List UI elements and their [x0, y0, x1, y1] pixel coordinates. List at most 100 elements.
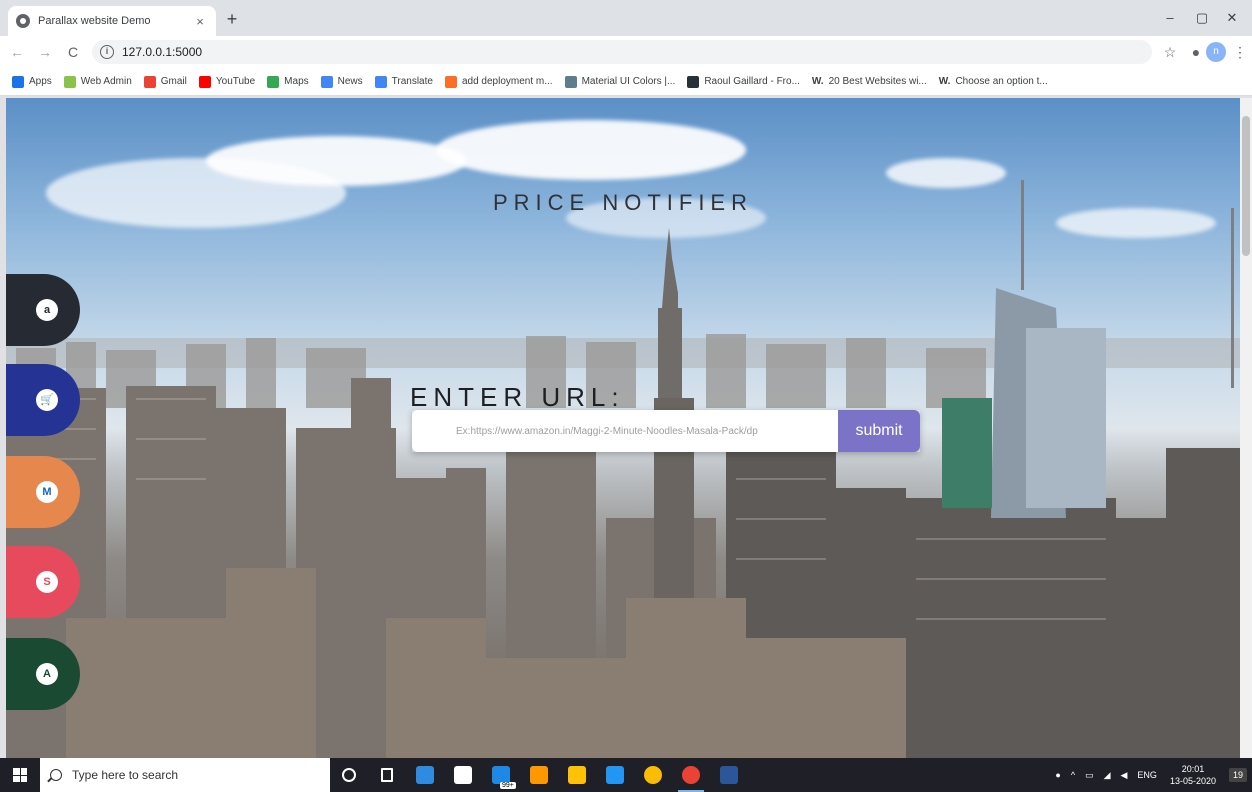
windows-logo-icon — [13, 768, 27, 782]
language-indicator[interactable]: ENG — [1137, 770, 1157, 780]
bookmark-star-icon[interactable]: ☆ — [1160, 42, 1180, 62]
side-tab-5[interactable]: A — [6, 638, 80, 710]
chrome-icon — [644, 766, 662, 784]
side-tab-4[interactable]: S — [6, 546, 80, 618]
parallax-page: PRICE NOTIFIER ENTER URL: submit a 🛒 M S A — [6, 98, 1240, 758]
bookmark-label: YouTube — [215, 76, 256, 87]
windows-taskbar: Type here to search 99+ ● ^ ▭ ◢ ◀ ENG 20… — [0, 758, 1252, 792]
bookmark-item[interactable]: Material UI Colors |... — [564, 75, 676, 88]
cortana-icon — [342, 768, 356, 782]
taskbar-vscode-icon[interactable] — [596, 758, 634, 792]
word-icon — [720, 766, 738, 784]
info-icon[interactable]: i — [100, 45, 114, 59]
bookmark-favicon-icon: W. — [938, 75, 951, 87]
clock-date: 13-05-2020 — [1169, 776, 1216, 786]
bookmark-favicon-icon — [374, 75, 387, 88]
bookmark-label: 20 Best Websites wi... — [828, 76, 927, 87]
bookmarks-bar: Apps Web Admin Gmail YouTube Maps News Transla… — [0, 68, 1252, 96]
volume-icon[interactable]: ◀ — [1121, 770, 1128, 781]
taskbar-word-icon[interactable] — [710, 758, 748, 792]
taskbar-search-box[interactable]: Type here to search — [40, 758, 330, 792]
bookmark-item[interactable]: Apps — [12, 75, 52, 88]
clock-time: 20:01 — [1181, 764, 1205, 774]
taskbar-weather-icon[interactable]: 99+ — [482, 758, 520, 792]
system-tray: ● ^ ▭ ◢ ◀ ENG 20:01 13-05-2020 19 — [1050, 758, 1252, 792]
file-explorer-icon — [568, 766, 586, 784]
side-tab-1[interactable]: a — [6, 274, 80, 346]
taskbar-store-icon[interactable] — [444, 758, 482, 792]
bookmark-favicon-icon — [267, 75, 280, 88]
bookmark-label: Gmail — [160, 76, 187, 87]
bookmark-item[interactable]: News — [320, 75, 363, 88]
bookmark-label: Web Admin — [80, 76, 132, 87]
bookmark-favicon-icon — [444, 75, 457, 88]
bookmark-item[interactable]: add deployment m... — [444, 75, 553, 88]
side-tab-3[interactable]: M — [6, 456, 80, 528]
side-tab-icon: A — [36, 663, 58, 685]
address-url: 127.0.0.1:5000 — [122, 45, 203, 59]
bookmark-favicon-icon — [63, 75, 76, 88]
submit-button[interactable]: submit — [838, 410, 920, 452]
page-scrollbar[interactable] — [1240, 98, 1252, 758]
sublime-icon — [530, 766, 548, 784]
weather-badge: 99+ — [500, 782, 516, 789]
bookmark-item[interactable]: Maps — [267, 75, 309, 88]
start-button[interactable] — [0, 758, 40, 792]
task-view-icon — [381, 768, 393, 782]
search-icon — [50, 769, 62, 781]
tab-strip: Parallax website Demo × + – ▢ ✕ — [0, 0, 1252, 36]
scrollbar-thumb[interactable] — [1242, 116, 1250, 256]
address-bar[interactable]: i 127.0.0.1:5000 — [92, 40, 1152, 64]
bookmark-label: add deployment m... — [461, 76, 553, 87]
battery-icon[interactable]: ▭ — [1085, 770, 1094, 781]
taskbar-file-explorer-icon[interactable] — [558, 758, 596, 792]
bookmark-item[interactable]: Translate — [374, 75, 433, 88]
bookmark-item[interactable]: W. Choose an option t... — [939, 76, 1048, 88]
vscode-icon — [606, 766, 624, 784]
back-button[interactable]: ← — [6, 41, 28, 63]
product-url-input[interactable] — [412, 410, 838, 452]
clock[interactable]: 20:01 13-05-2020 — [1170, 763, 1216, 787]
bookmark-label: Maps — [284, 76, 309, 87]
network-icon[interactable]: ◢ — [1104, 770, 1111, 781]
extension-icon[interactable]: ● — [1186, 42, 1206, 62]
side-tab-icon: S — [36, 571, 58, 593]
bookmark-item[interactable]: Gmail — [143, 75, 187, 88]
taskbar-chrome-active-icon[interactable] — [672, 758, 710, 792]
bookmark-favicon-icon — [687, 75, 700, 88]
bookmark-label: News — [337, 76, 363, 87]
tab-title: Parallax website Demo — [38, 15, 151, 27]
help-icon[interactable]: ● — [1055, 770, 1060, 780]
taskbar-task-view-icon[interactable] — [368, 758, 406, 792]
forward-button[interactable]: → — [34, 41, 56, 63]
side-tab-icon: 🛒 — [36, 389, 58, 411]
bookmark-favicon-icon — [12, 75, 24, 88]
bookmark-label: Translate — [391, 76, 433, 87]
notification-center-icon[interactable]: 19 — [1228, 768, 1247, 782]
browser-menu-icon[interactable]: ⋮ — [1230, 42, 1250, 62]
profile-avatar[interactable]: n — [1206, 42, 1226, 62]
store-icon — [454, 766, 472, 784]
taskbar-cortana-icon[interactable] — [330, 758, 368, 792]
bookmark-favicon-icon: W. — [811, 75, 824, 87]
close-window-button[interactable]: ✕ — [1212, 6, 1252, 30]
bookmark-item[interactable]: Raoul Gaillard - Fro... — [687, 75, 800, 88]
bookmark-item[interactable]: Web Admin — [63, 75, 132, 88]
side-tab-2[interactable]: 🛒 — [6, 364, 80, 436]
taskbar-app-list: 99+ — [330, 758, 748, 792]
new-tab-button[interactable]: + — [220, 8, 244, 32]
bookmark-label: Material UI Colors |... — [581, 76, 676, 87]
tab-close-button[interactable]: × — [192, 14, 208, 29]
browser-tab[interactable]: Parallax website Demo × — [8, 6, 216, 36]
bookmark-item[interactable]: YouTube — [198, 75, 256, 88]
taskbar-edge-icon[interactable] — [406, 758, 444, 792]
taskbar-chrome-icon[interactable] — [634, 758, 672, 792]
side-tab-icon: M — [36, 481, 58, 503]
reload-button[interactable]: C — [62, 41, 84, 63]
taskbar-sublime-icon[interactable] — [520, 758, 558, 792]
bookmark-item[interactable]: W. 20 Best Websites wi... — [812, 76, 927, 88]
chevron-up-icon[interactable]: ^ — [1071, 770, 1075, 780]
url-form: submit — [412, 410, 920, 452]
bookmark-favicon-icon — [198, 75, 211, 88]
taskbar-search-placeholder: Type here to search — [72, 768, 179, 782]
